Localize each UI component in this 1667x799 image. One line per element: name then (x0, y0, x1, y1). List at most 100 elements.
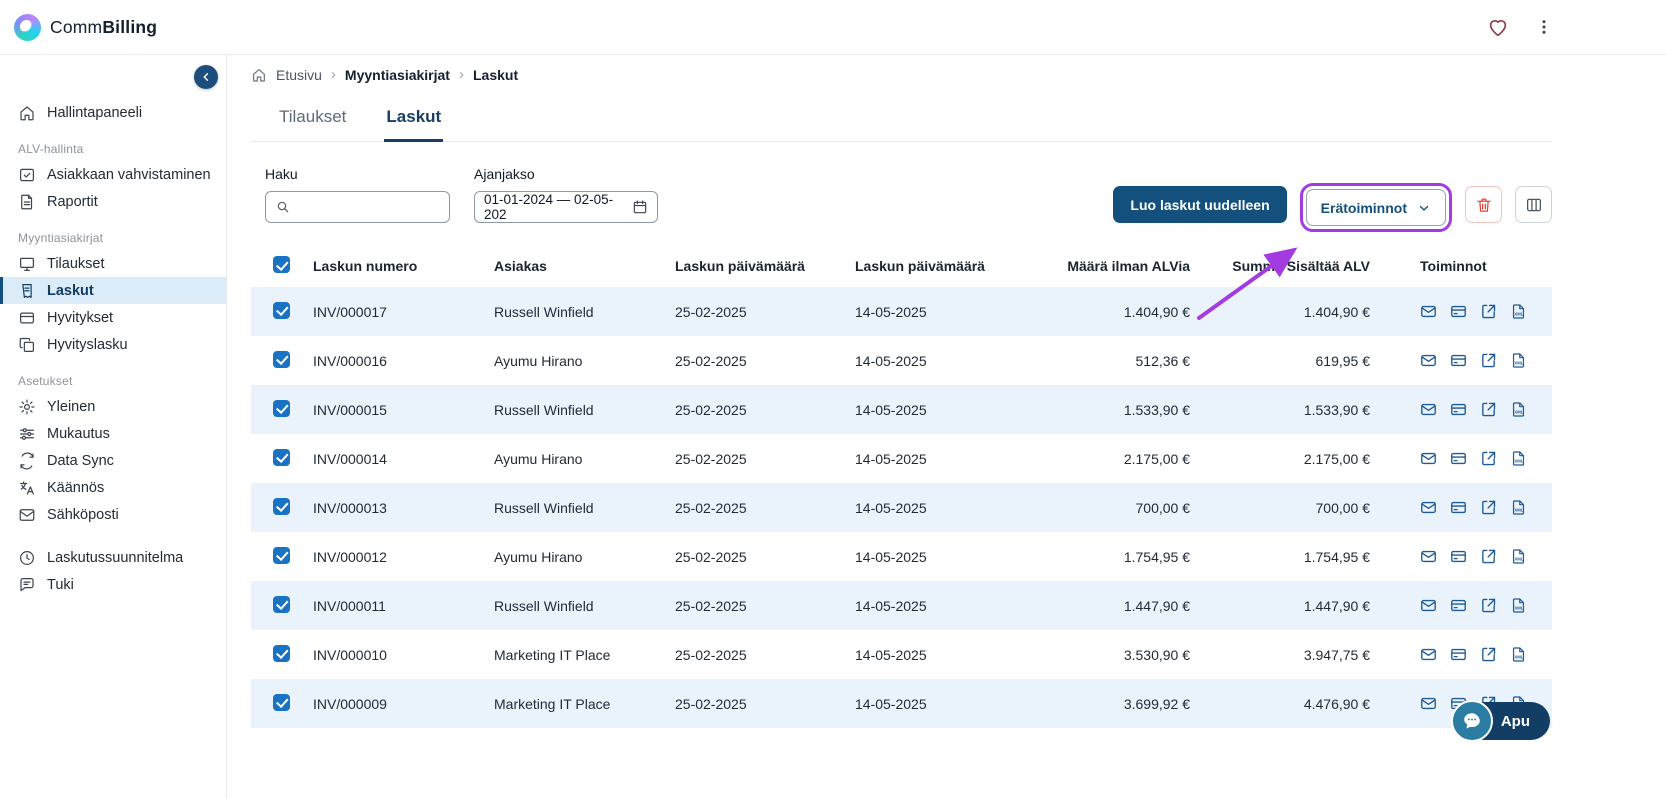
column-header-number: Laskun numero (313, 258, 418, 274)
row-checkbox[interactable] (273, 301, 290, 319)
payment-card-icon[interactable] (1450, 499, 1467, 516)
row-checkbox[interactable] (273, 350, 290, 368)
breadcrumb-separator: › (458, 66, 464, 83)
download-xml-icon[interactable]: XML (1510, 646, 1527, 663)
sidebar-section-alv-title: ALV-hallinta (18, 142, 84, 156)
download-xml-icon[interactable]: XML (1510, 401, 1527, 418)
recreate-invoices-button[interactable]: Luo laskut uudelleen (1113, 186, 1287, 223)
invoice-table-body: INV/000017 Russell Winfield 25-02-2025 1… (251, 287, 1552, 728)
row-checkbox[interactable] (273, 595, 290, 613)
column-header-net: Määrä ilman ALVia (1067, 258, 1190, 274)
payment-card-icon[interactable] (1450, 548, 1467, 565)
column-header-actions: Toiminnot (1420, 258, 1487, 274)
favorites-heart-icon[interactable] (1487, 16, 1509, 38)
download-xml-icon[interactable]: XML (1510, 303, 1527, 320)
sidebar: Hallintapaneeli ALV-hallinta Asiakkaan v… (0, 55, 227, 799)
send-email-icon[interactable] (1420, 548, 1437, 565)
sidebar-item-support[interactable]: Tuki (0, 571, 226, 598)
tab-orders[interactable]: Tilaukset (277, 99, 348, 141)
invoice-customer: Marketing IT Place (494, 695, 611, 712)
sidebar-item-billing-plan[interactable]: Laskutussuunnitelma (0, 544, 226, 571)
row-checkbox[interactable] (273, 546, 290, 564)
download-xml-icon[interactable]: XML (1510, 450, 1527, 467)
export-document-icon[interactable] (1480, 303, 1497, 320)
invoice-net-amount: 3.530,90 € (1123, 646, 1190, 663)
filter-toolbar: Haku Ajanjakso 01-01-2024 — 02-05-202 Lu… (251, 166, 1552, 232)
column-settings-button[interactable] (1515, 186, 1552, 223)
date-range-input[interactable]: 01-01-2024 — 02-05-202 (474, 191, 658, 223)
export-document-icon[interactable] (1480, 401, 1497, 418)
sidebar-item-credits[interactable]: Hyvitykset (0, 304, 226, 331)
payment-card-icon[interactable] (1450, 450, 1467, 467)
sidebar-item-credit-note[interactable]: Hyvityslasku (0, 331, 226, 358)
download-xml-icon[interactable]: XML (1510, 352, 1527, 369)
export-document-icon[interactable] (1480, 597, 1497, 614)
download-xml-icon[interactable]: XML (1510, 499, 1527, 516)
invoice-customer: Ayumu Hirano (494, 548, 583, 565)
sidebar-item-translation[interactable]: Käännös (0, 474, 226, 501)
row-checkbox[interactable] (273, 497, 290, 515)
sidebar-item-customization[interactable]: Mukautus (0, 420, 226, 447)
chat-bubble-button[interactable] (1450, 700, 1493, 742)
send-email-icon[interactable] (1420, 450, 1437, 467)
row-actions: XML (1380, 499, 1552, 516)
send-email-icon[interactable] (1420, 303, 1437, 320)
sidebar-item-dashboard[interactable]: Hallintapaneeli (0, 99, 226, 126)
brand[interactable]: CommBilling (14, 13, 157, 41)
tab-invoices[interactable]: Laskut (384, 99, 444, 142)
tab-bar: Tilaukset Laskut (251, 99, 1552, 142)
batch-actions-button[interactable]: Erätoiminnot (1305, 189, 1446, 226)
invoice-number: INV/000015 (313, 401, 387, 418)
download-xml-icon[interactable]: XML (1510, 548, 1527, 565)
sync-icon (18, 452, 36, 470)
sidebar-item-customer-verification[interactable]: Asiakkaan vahvistaminen (0, 161, 226, 188)
sidebar-item-label: Hyvityslasku (47, 336, 128, 353)
export-document-icon[interactable] (1480, 450, 1497, 467)
export-document-icon[interactable] (1480, 352, 1497, 369)
payment-card-icon[interactable] (1450, 646, 1467, 663)
sidebar-item-orders[interactable]: Tilaukset (0, 250, 226, 277)
send-email-icon[interactable] (1420, 597, 1437, 614)
breadcrumb-home-link[interactable]: Etusivu (276, 67, 322, 83)
payment-card-icon[interactable] (1450, 401, 1467, 418)
invoice-due-date: 14-05-2025 (855, 695, 927, 712)
invoice-gross-amount: 3.947,75 € (1303, 646, 1370, 663)
row-actions: XML (1380, 352, 1552, 369)
select-all-checkbox[interactable] (273, 256, 290, 273)
download-xml-icon[interactable]: XML (1510, 597, 1527, 614)
search-input[interactable] (297, 198, 440, 216)
row-actions: XML (1380, 303, 1552, 320)
row-checkbox[interactable] (273, 448, 290, 466)
payment-card-icon[interactable] (1450, 303, 1467, 320)
overflow-menu-icon[interactable] (1535, 18, 1553, 36)
search-field: Haku (265, 166, 450, 223)
sidebar-item-data-sync[interactable]: Data Sync (0, 447, 226, 474)
toolbar-actions: Luo laskut uudelleen Erätoiminnot (1113, 183, 1552, 232)
payment-card-icon[interactable] (1450, 352, 1467, 369)
svg-text:XML: XML (1514, 360, 1523, 365)
delete-selected-button[interactable] (1465, 186, 1502, 223)
sidebar-item-general[interactable]: Yleinen (0, 393, 226, 420)
sidebar-item-invoices[interactable]: Laskut (0, 277, 226, 304)
sidebar-collapse-button[interactable] (194, 65, 218, 89)
row-checkbox[interactable] (273, 693, 290, 711)
invoice-net-amount: 1.447,90 € (1123, 597, 1190, 614)
row-checkbox[interactable] (273, 399, 290, 417)
row-checkbox[interactable] (273, 644, 290, 662)
breadcrumb-sales-documents-link[interactable]: Myyntiasiakirjat (345, 67, 450, 83)
send-email-icon[interactable] (1420, 646, 1437, 663)
sidebar-item-reports[interactable]: Raportit (0, 188, 226, 215)
sidebar-item-email-settings[interactable]: Sähköposti (0, 501, 226, 528)
invoice-customer: Russell Winfield (494, 401, 594, 418)
copy-icon (18, 336, 36, 354)
export-document-icon[interactable] (1480, 646, 1497, 663)
payment-card-icon[interactable] (1450, 597, 1467, 614)
export-document-icon[interactable] (1480, 548, 1497, 565)
export-document-icon[interactable] (1480, 499, 1497, 516)
invoice-customer: Ayumu Hirano (494, 352, 583, 369)
send-email-icon[interactable] (1420, 401, 1437, 418)
send-email-icon[interactable] (1420, 695, 1437, 712)
send-email-icon[interactable] (1420, 499, 1437, 516)
send-email-icon[interactable] (1420, 352, 1437, 369)
table-row: INV/000016 Ayumu Hirano 25-02-2025 14-05… (251, 336, 1552, 385)
